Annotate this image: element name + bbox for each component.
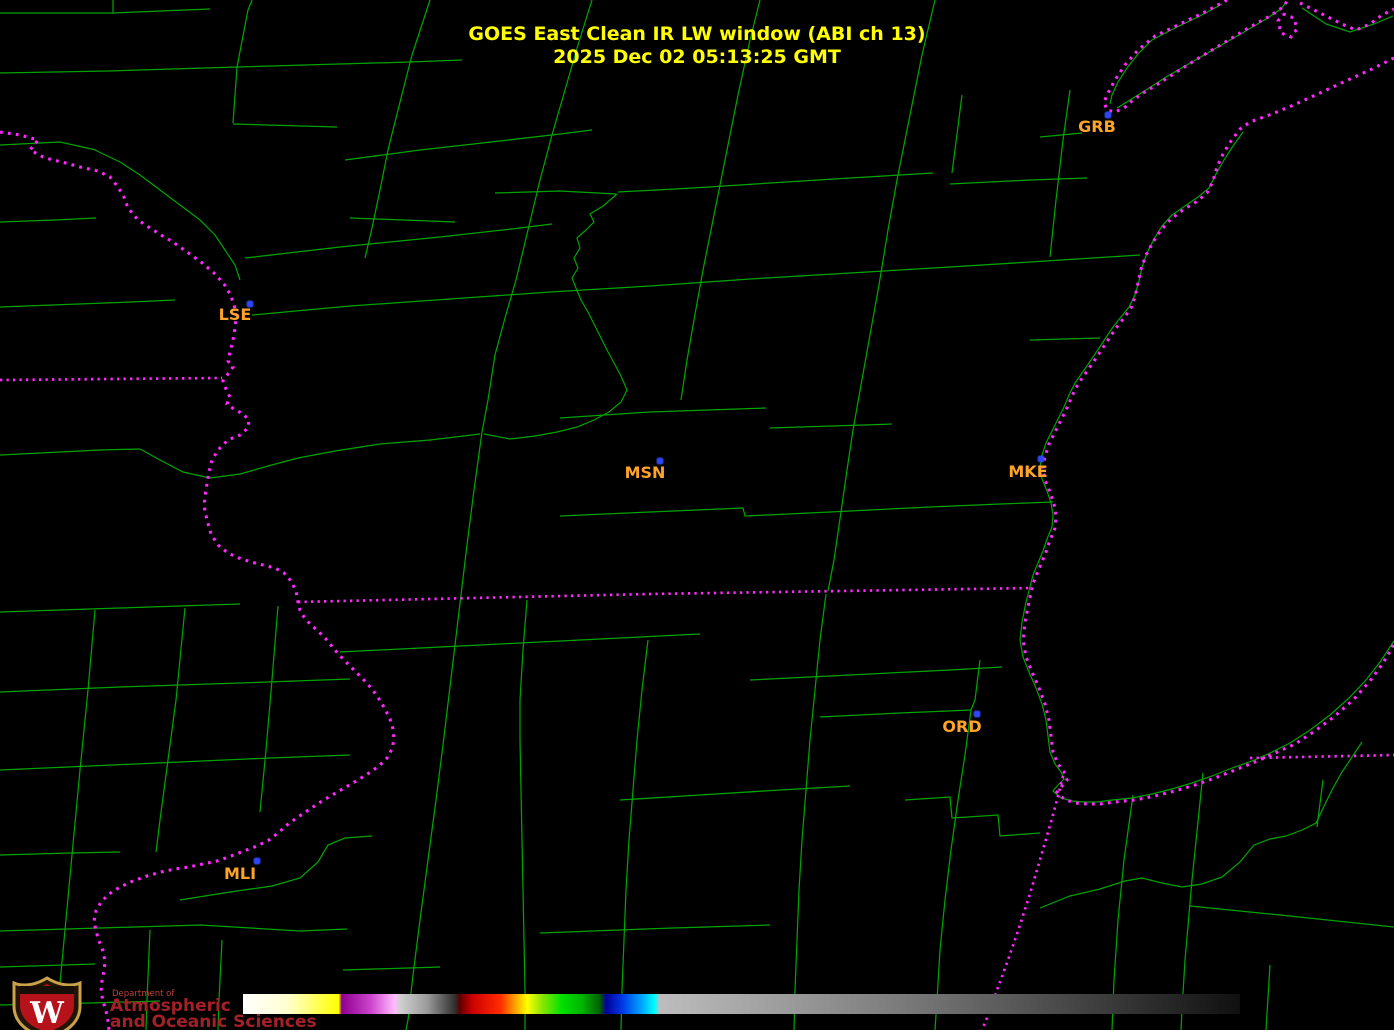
goes-ir-map: GRB LSE MSN MKE ORD MLI GOES East Clean … — [0, 0, 1394, 1030]
station-dot — [973, 710, 981, 718]
ir-image-background — [0, 0, 1394, 1030]
uw-crest-icon: W — [12, 976, 82, 1030]
image-title: GOES East Clean IR LW window (ABI ch 13) — [468, 23, 925, 45]
station-label: MSN — [625, 463, 666, 482]
ir-enhancement-colorbar — [243, 994, 1240, 1014]
station-label: ORD — [942, 717, 981, 736]
station: LSE — [219, 300, 254, 324]
image-timestamp: 2025 Dec 02 05:13:25 GMT — [553, 46, 841, 68]
station-label: LSE — [219, 305, 252, 324]
logo-name-line2: and Oceanic Sciences — [110, 1012, 317, 1030]
crest-chief — [20, 986, 74, 994]
crest-letter: W — [29, 996, 65, 1030]
station-label: MLI — [224, 864, 256, 883]
station-label: MKE — [1008, 462, 1047, 481]
station-label: GRB — [1078, 117, 1116, 136]
station-dot — [1037, 455, 1045, 463]
satellite-image-viewer: GRB LSE MSN MKE ORD MLI GOES East Clean … — [0, 0, 1394, 1030]
station-dot — [253, 857, 261, 865]
